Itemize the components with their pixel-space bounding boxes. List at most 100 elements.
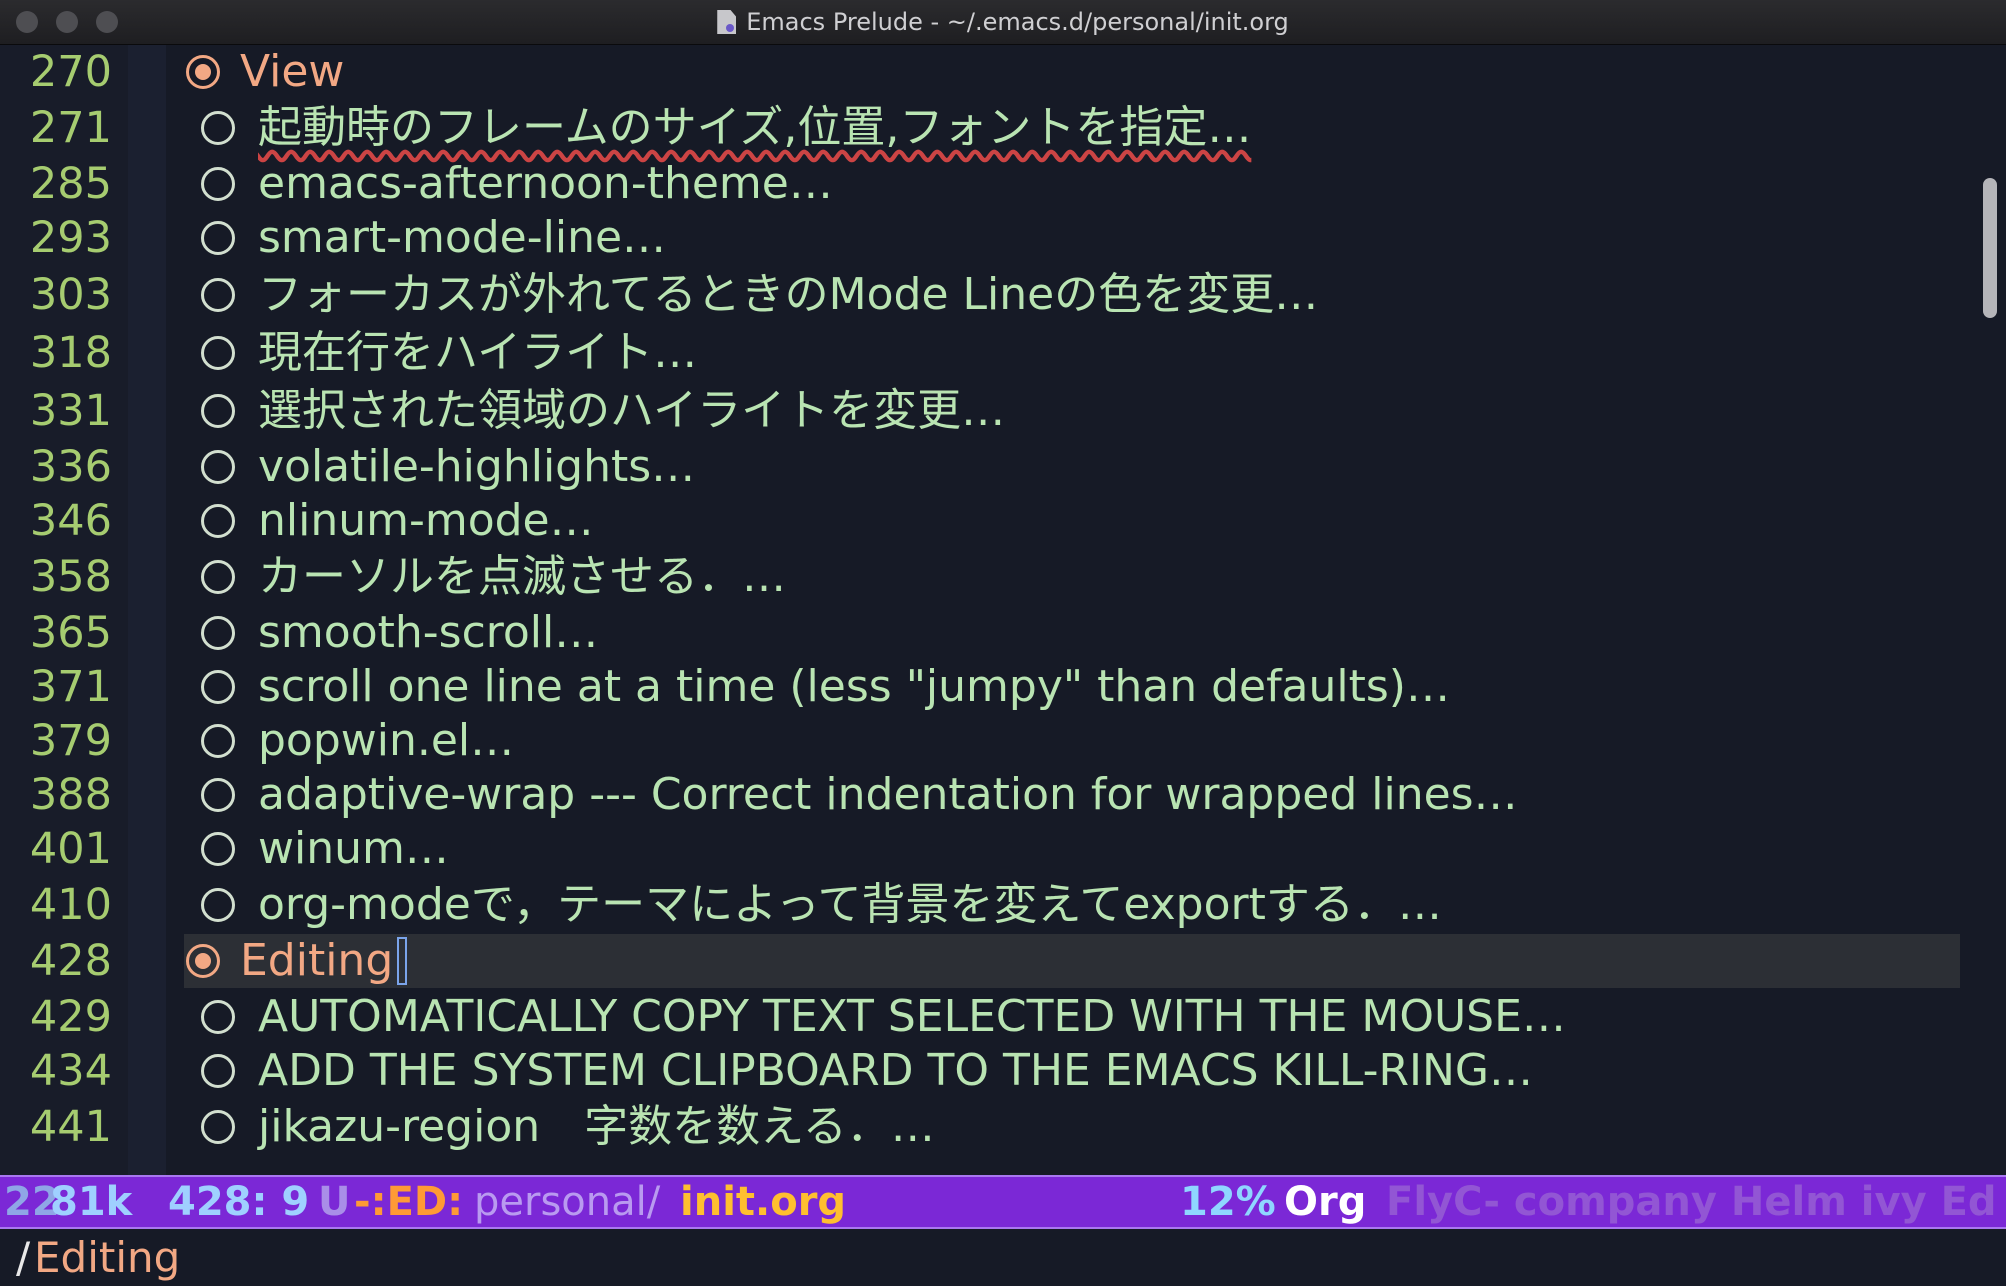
org-subheading-line[interactable]: 429 AUTOMATICALLY COPY TEXT SELECTED WITH… bbox=[0, 990, 1978, 1044]
line-content: 選択された領域のハイライトを変更… bbox=[184, 384, 1960, 438]
line-number: 303 bbox=[29, 270, 112, 320]
line-number: 318 bbox=[29, 328, 112, 378]
line-content: jikazu-region 字数を数える．… bbox=[184, 1100, 1960, 1154]
subheading-bullet-icon[interactable] bbox=[201, 394, 235, 428]
line-content: 現在行をハイライト… bbox=[184, 326, 1960, 380]
subheading-bullet-icon[interactable] bbox=[201, 670, 235, 704]
line-content: 起動時のフレームのサイズ,位置,フォントを指定… bbox=[184, 101, 1960, 155]
line-number: 346 bbox=[29, 496, 112, 546]
window-title: Emacs Prelude - ~/.emacs.d/personal/init… bbox=[746, 8, 1289, 36]
line-content: カーソルを点滅させる．… bbox=[184, 550, 1960, 604]
subheading-bullet-icon[interactable] bbox=[201, 221, 235, 255]
line-number: 331 bbox=[29, 386, 112, 436]
heading-bullet-icon[interactable] bbox=[186, 944, 220, 978]
modeline-flags: -:ED: bbox=[354, 1179, 464, 1225]
scrollbar-thumb[interactable] bbox=[1983, 178, 1997, 318]
subheading-text: 現在行をハイライト… bbox=[258, 327, 698, 378]
subheading-text: カーソルを点滅させる．… bbox=[258, 551, 786, 602]
line-content: nlinum-mode… bbox=[184, 494, 1960, 548]
subheading-bullet-icon[interactable] bbox=[201, 560, 235, 594]
line-content: フォーカスが外れてるときのMode Lineの色を変更… bbox=[184, 268, 1960, 322]
subheading-bullet-icon[interactable] bbox=[201, 336, 235, 370]
line-number: 434 bbox=[29, 1046, 112, 1096]
subheading-bullet-icon[interactable] bbox=[201, 832, 235, 866]
org-subheading-line[interactable]: 336 volatile-highlights… bbox=[0, 440, 1978, 494]
subheading-bullet-icon[interactable] bbox=[201, 111, 235, 145]
line-number: 410 bbox=[29, 880, 112, 930]
org-subheading-line[interactable]: 271 起動時のフレームのサイズ,位置,フォントを指定… bbox=[0, 101, 1978, 155]
minibuffer-slash: / bbox=[16, 1233, 31, 1282]
org-subheading-line[interactable]: 303 フォーカスが外れてるときのMode Lineの色を変更… bbox=[0, 268, 1978, 322]
org-subheading-line[interactable]: 358 カーソルを点滅させる．… bbox=[0, 550, 1978, 604]
subheading-bullet-icon[interactable] bbox=[201, 167, 235, 201]
subheading-text: ADD THE SYSTEM CLIPBOARD TO THE EMACS KI… bbox=[258, 1045, 1534, 1096]
mode-line: 22 81k 428: 9 U -:ED: personal/ init.org… bbox=[0, 1175, 2006, 1229]
org-subheading-line[interactable]: 371 scroll one line at a time (less "jump… bbox=[0, 660, 1978, 714]
subheading-bullet-icon[interactable] bbox=[201, 1110, 235, 1144]
minibuffer[interactable]: / Editing bbox=[0, 1229, 2006, 1286]
line-content: Editing bbox=[184, 934, 1960, 988]
line-number: 358 bbox=[29, 552, 112, 602]
subheading-text: adaptive-wrap --- Correct indentation fo… bbox=[258, 769, 1518, 820]
org-heading-line[interactable]: 270 View bbox=[0, 45, 1978, 99]
subheading-bullet-icon[interactable] bbox=[201, 616, 235, 650]
subheading-text: smooth-scroll… bbox=[258, 607, 599, 658]
line-content: emacs-afternoon-theme… bbox=[184, 157, 1960, 211]
org-subheading-line[interactable]: 401 winum… bbox=[0, 822, 1978, 876]
heading-bullet-icon[interactable] bbox=[186, 55, 220, 89]
subheading-bullet-icon[interactable] bbox=[201, 888, 235, 922]
org-subheading-line[interactable]: 346 nlinum-mode… bbox=[0, 494, 1978, 548]
heading-text: View bbox=[240, 46, 345, 97]
subheading-text: popwin.el… bbox=[258, 715, 515, 766]
line-content: adaptive-wrap --- Correct indentation fo… bbox=[184, 768, 1960, 822]
subheading-bullet-icon[interactable] bbox=[201, 278, 235, 312]
subheading-bullet-icon[interactable] bbox=[201, 1054, 235, 1088]
modeline-position: 428: 9 bbox=[168, 1179, 310, 1225]
title-bar: Emacs Prelude - ~/.emacs.d/personal/init… bbox=[0, 0, 2006, 45]
subheading-text: AUTOMATICALLY COPY TEXT SELECTED WITH TH… bbox=[258, 991, 1566, 1042]
line-number: 293 bbox=[29, 213, 112, 263]
org-subheading-line[interactable]: 365 smooth-scroll… bbox=[0, 606, 1978, 660]
subheading-text: org-modeで，テーマによって背景を変えてexportする．… bbox=[258, 879, 1442, 930]
line-number: 429 bbox=[29, 992, 112, 1042]
org-subheading-line[interactable]: 285 emacs-afternoon-theme… bbox=[0, 157, 1978, 211]
subheading-bullet-icon[interactable] bbox=[201, 1000, 235, 1034]
org-subheading-line[interactable]: 441 jikazu-region 字数を数える．… bbox=[0, 1100, 1978, 1154]
modeline-minor-modes[interactable]: FlyC- company Helm ivy Ed bbox=[1386, 1177, 1997, 1227]
org-subheading-line[interactable]: 388 adaptive-wrap --- Correct indentation… bbox=[0, 768, 1978, 822]
line-number: 379 bbox=[29, 716, 112, 766]
line-number: 285 bbox=[29, 159, 112, 209]
subheading-text: emacs-afternoon-theme… bbox=[258, 158, 833, 209]
heading-text: Editing bbox=[240, 935, 394, 986]
line-number: 441 bbox=[29, 1102, 112, 1152]
org-subheading-line[interactable]: 434 ADD THE SYSTEM CLIPBOARD TO THE EMACS… bbox=[0, 1044, 1978, 1098]
subheading-bullet-icon[interactable] bbox=[201, 724, 235, 758]
line-content: scroll one line at a time (less "jumpy" … bbox=[184, 660, 1960, 714]
subheading-bullet-icon[interactable] bbox=[201, 778, 235, 812]
text-cursor bbox=[397, 937, 407, 985]
org-subheading-line[interactable]: 379 popwin.el… bbox=[0, 714, 1978, 768]
line-number: 271 bbox=[29, 103, 112, 153]
subheading-text: jikazu-region 字数を数える．… bbox=[258, 1101, 935, 1152]
subheading-bullet-icon[interactable] bbox=[201, 450, 235, 484]
modeline-filename[interactable]: init.org bbox=[680, 1177, 846, 1227]
subheading-text: scroll one line at a time (less "jumpy" … bbox=[258, 661, 1450, 712]
subheading-bullet-icon[interactable] bbox=[201, 504, 235, 538]
line-content: volatile-highlights… bbox=[184, 440, 1960, 494]
line-number: 336 bbox=[29, 442, 112, 492]
subheading-text: smart-mode-line… bbox=[258, 212, 667, 263]
org-subheading-line[interactable]: 410 org-modeで，テーマによって背景を変えてexportする．… bbox=[0, 878, 1978, 932]
subheading-text: volatile-highlights… bbox=[258, 441, 696, 492]
modeline-directory: personal/ bbox=[474, 1179, 661, 1225]
subheading-text: winum… bbox=[258, 823, 449, 874]
line-content: View bbox=[184, 45, 1960, 99]
org-subheading-line[interactable]: 331 選択された領域のハイライトを変更… bbox=[0, 384, 1978, 438]
org-subheading-line[interactable]: 318 現在行をハイライト… bbox=[0, 326, 1978, 380]
subheading-text: 選択された領域のハイライトを変更… bbox=[258, 385, 1006, 436]
org-heading-line[interactable]: 428 Editing bbox=[0, 934, 1978, 988]
subheading-text: フォーカスが外れてるときのMode Lineの色を変更… bbox=[258, 269, 1319, 320]
line-number: 401 bbox=[29, 824, 112, 874]
modeline-percent: 12% bbox=[1180, 1179, 1276, 1225]
org-subheading-line[interactable]: 293 smart-mode-line… bbox=[0, 211, 1978, 265]
modeline-major-mode[interactable]: Org bbox=[1284, 1177, 1366, 1227]
